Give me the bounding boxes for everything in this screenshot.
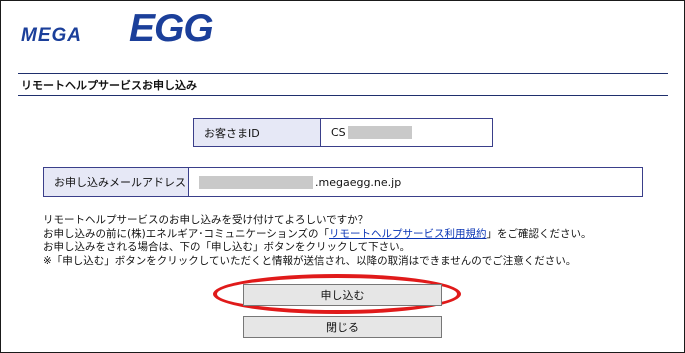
- message-line-1: リモートヘルプサービスのお申し込みを受け付けてよろしいですか？: [43, 214, 369, 226]
- email-row: お申し込みメールアドレス .megaegg.ne.jp: [43, 167, 643, 197]
- message-line-2: お申し込みの前に(株)エネルギア･コミュニケーションズの「リモートヘルプサービス…: [43, 228, 592, 242]
- message-line-3: お申し込みをされる場合は、下の「申し込む」ボタンをクリックして下さい。: [43, 241, 411, 253]
- email-value: .megaegg.ne.jp: [189, 168, 642, 196]
- logo-egg-text: EGG: [129, 7, 214, 50]
- customer-id-prefix: CS: [331, 126, 346, 139]
- close-button[interactable]: 閉じる: [243, 316, 442, 338]
- message-line-2-before: お申し込みの前に(株)エネルギア･コミュニケーションズの「: [43, 227, 330, 240]
- customer-id-masked: [347, 126, 412, 139]
- title-top-rule: [18, 73, 668, 74]
- customer-id-value: CS: [321, 119, 492, 146]
- customer-id-row: お客さまID CS: [193, 118, 493, 147]
- customer-id-label: お客さまID: [194, 119, 321, 146]
- email-label: お申し込みメールアドレス: [44, 168, 189, 196]
- message-line-4: ※「申し込む」ボタンをクリックしていただくと情報が送信され、以降の取消はできませ…: [43, 254, 577, 267]
- message-line-2-after: 」をご確認ください。: [486, 227, 592, 240]
- apply-button[interactable]: 申し込む: [243, 284, 442, 306]
- logo-mega-text: MEGA: [21, 25, 82, 46]
- page-title: リモートヘルプサービスお申し込み: [21, 79, 197, 92]
- title-bottom-rule: [18, 95, 668, 96]
- email-masked: [199, 175, 313, 189]
- page-frame: MEGA EGG リモートヘルプサービスお申し込み お客さまID CS お申し込…: [0, 0, 685, 353]
- terms-link[interactable]: リモートヘルプサービス利用規約: [329, 228, 487, 240]
- email-domain: .megaegg.ne.jp: [315, 175, 402, 189]
- confirmation-message: リモートヘルプサービスのお申し込みを受け付けてよろしいですか？ お申し込みの前に…: [43, 214, 592, 268]
